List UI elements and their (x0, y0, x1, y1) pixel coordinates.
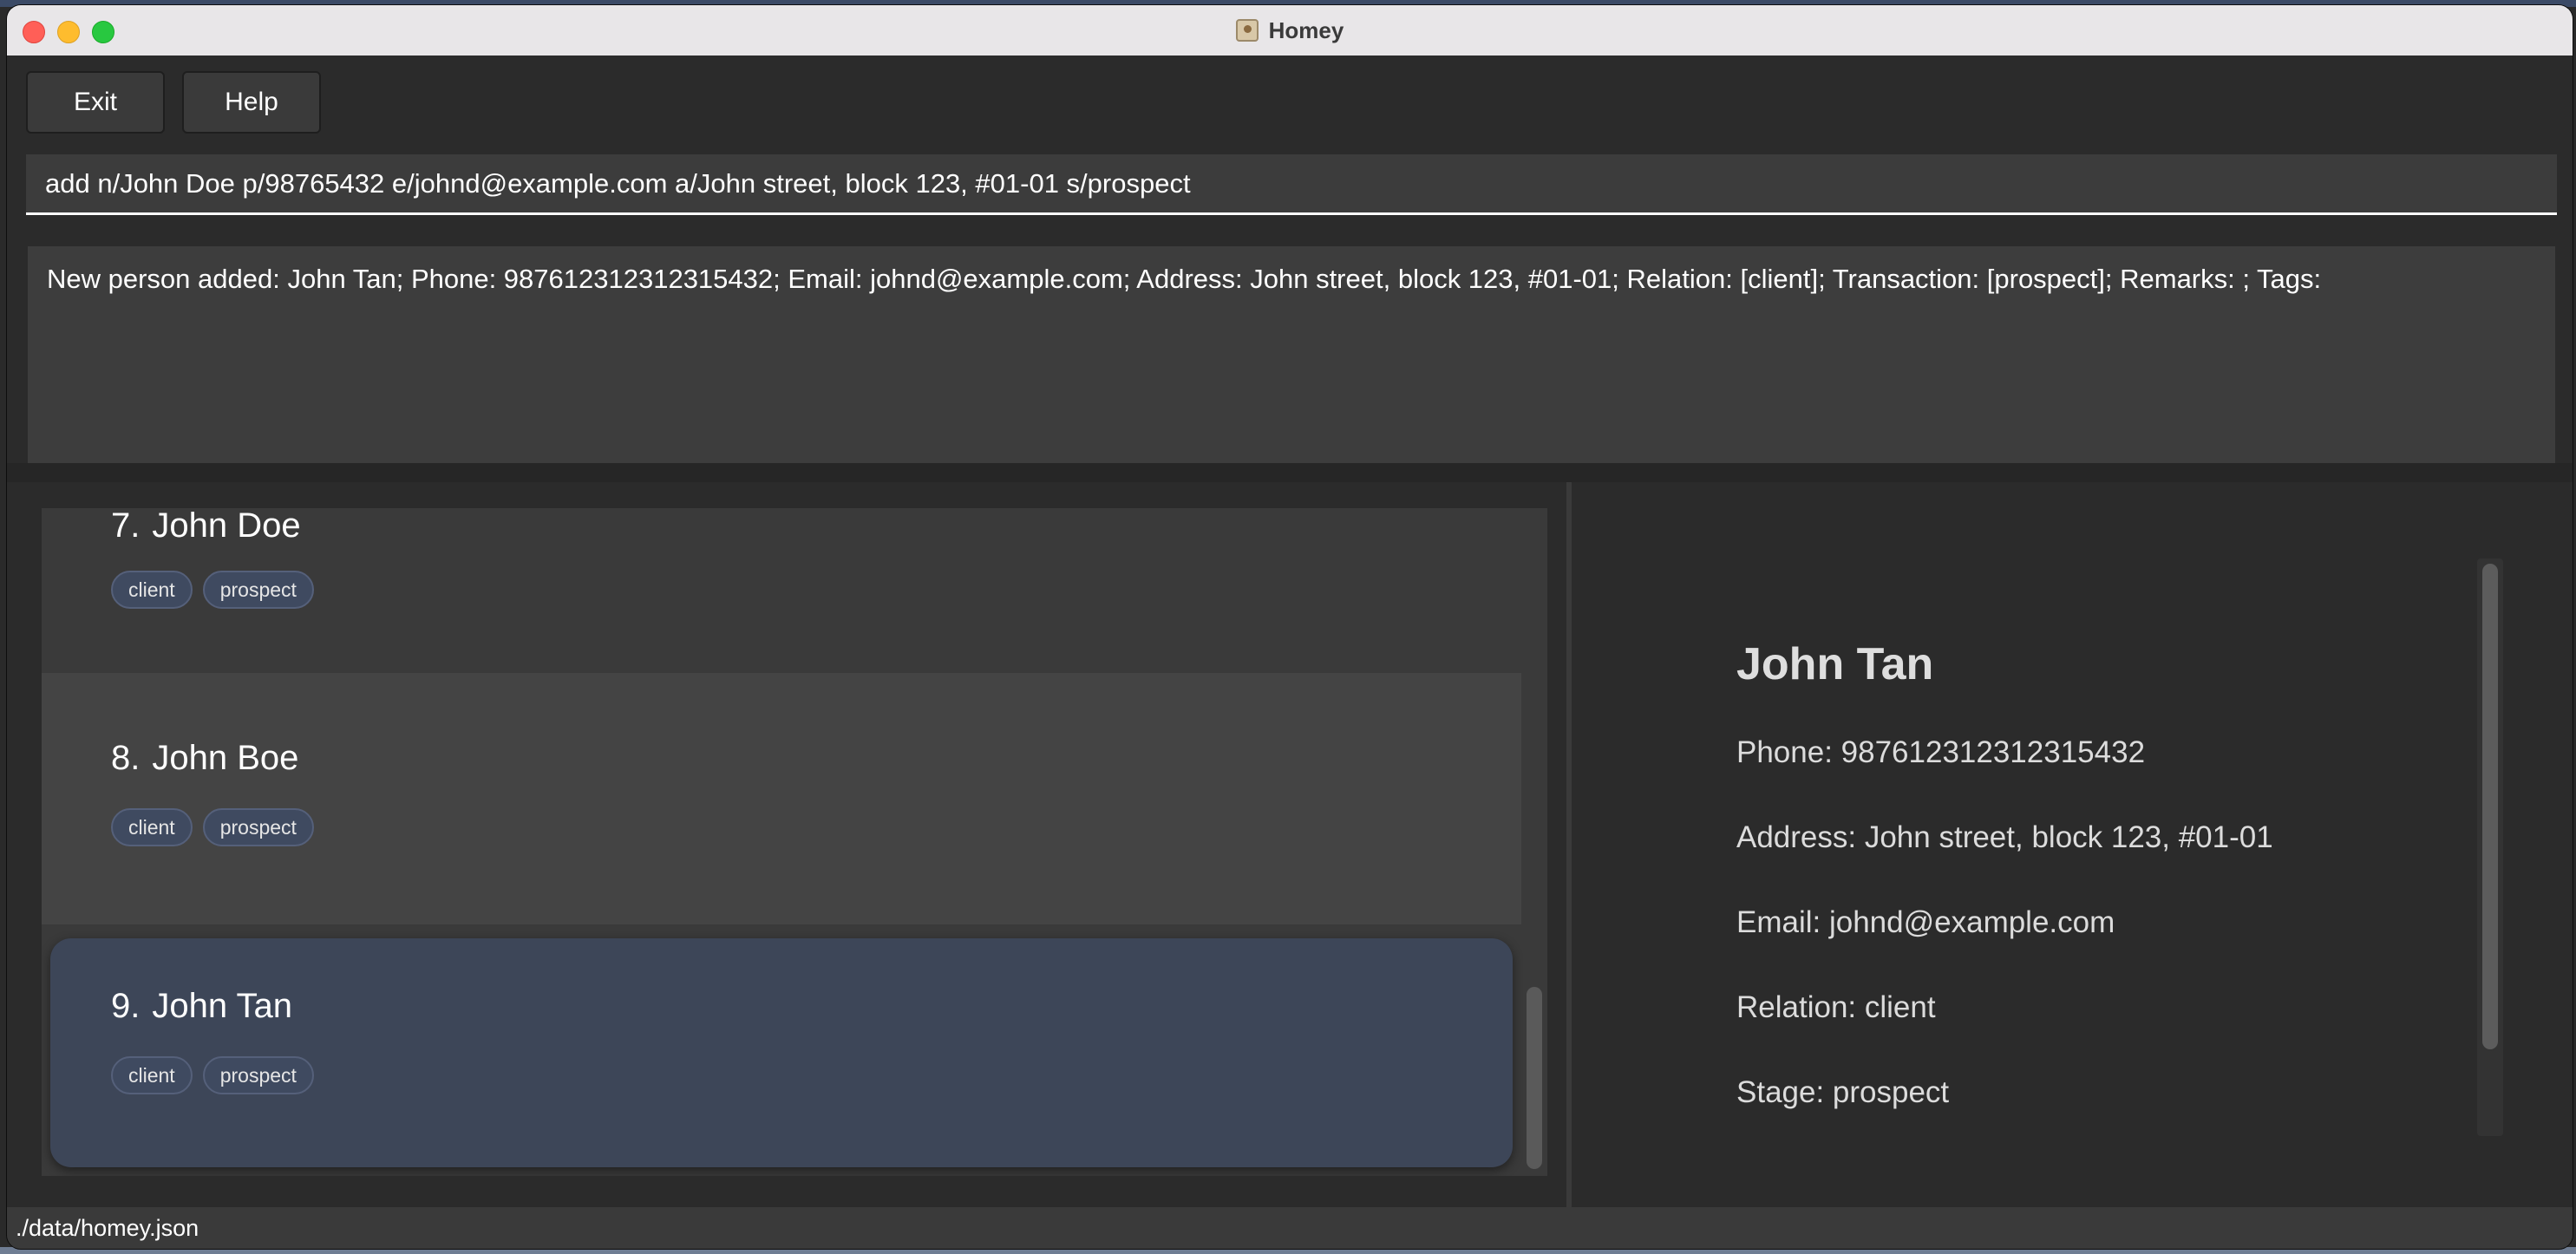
person-card-title: 7. John Doe (111, 508, 301, 545)
detail-phone: Phone: 987612312312315432 (1736, 735, 2146, 769)
tag-chip: prospect (202, 808, 314, 846)
app-window: Homey Exit Help add n/John Doe p/9876543… (7, 5, 2573, 1249)
tag-chip: client (111, 1056, 193, 1094)
person-index: 7. (111, 508, 141, 545)
person-name: John Doe (152, 508, 301, 545)
person-name: John Tan (152, 987, 292, 1025)
person-tags: client prospect (111, 571, 314, 609)
tag-chip: client (111, 808, 193, 846)
detail-address: Address: John street, block 123, #01-01 (1736, 820, 2273, 854)
detail-name: John Tan (1736, 639, 1934, 689)
person-tags: client prospect (111, 1056, 314, 1094)
detail-email: Email: johnd@example.com (1736, 905, 2115, 939)
person-name: John Boe (152, 739, 299, 777)
window-title: Homey (1268, 16, 1344, 43)
panel-divider[interactable] (1566, 482, 1572, 1207)
title-bar[interactable]: Homey (7, 5, 2573, 57)
person-card-title: 8. John Boe (111, 739, 298, 778)
person-index: 9. (111, 987, 141, 1025)
exit-menu-button[interactable]: Exit (26, 71, 165, 134)
result-display: New person added: John Tan; Phone: 98761… (28, 246, 2555, 463)
person-index: 8. (111, 739, 141, 777)
person-card[interactable]: 7. John Doe client prospect (42, 508, 1521, 673)
tag-chip: prospect (202, 1056, 314, 1094)
person-card[interactable]: 8. John Boe client prospect (42, 673, 1521, 924)
person-detail-panel: John Tan Phone: 987612312312315432 Addre… (1587, 482, 2573, 1207)
detail-scrollbar-thumb[interactable] (2482, 564, 2498, 1049)
detail-stage: Stage: prospect (1736, 1075, 1950, 1109)
person-card-title: 9. John Tan (111, 987, 292, 1026)
app-icon (1235, 19, 1259, 42)
tag-chip: client (111, 571, 193, 609)
detail-relation: Relation: client (1736, 990, 1936, 1024)
section-divider (7, 463, 2573, 482)
command-input[interactable]: add n/John Doe p/98765432 e/johnd@exampl… (26, 154, 2557, 215)
title-group: Homey (7, 5, 2573, 56)
person-card-selected[interactable]: 9. John Tan client prospect (50, 938, 1513, 1167)
person-tags: client prospect (111, 808, 314, 846)
status-bar: ./data/homey.json (7, 1207, 2573, 1249)
list-scrollbar-thumb[interactable] (1527, 987, 1542, 1169)
menu-bar: Exit Help (7, 56, 2573, 142)
data-file-path: ./data/homey.json (16, 1214, 199, 1241)
tag-chip: prospect (202, 571, 314, 609)
person-list-panel[interactable]: 7. John Doe client prospect 8. John Boe … (42, 508, 1547, 1176)
help-menu-button[interactable]: Help (182, 71, 321, 134)
